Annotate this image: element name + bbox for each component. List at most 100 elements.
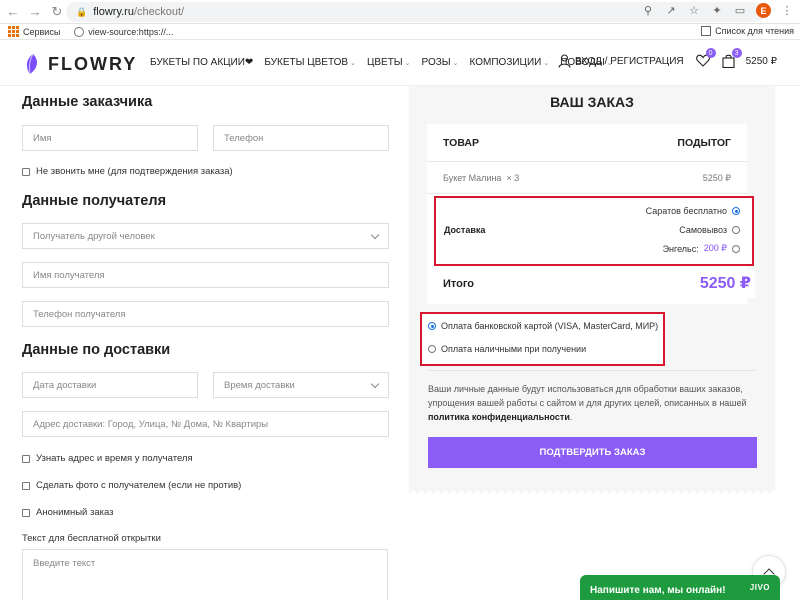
logo-text: FLOWRY (48, 53, 138, 74)
key-icon[interactable]: ⚲ (641, 4, 655, 18)
shipping-radio-saratov[interactable] (732, 207, 740, 215)
privacy-text: Ваши личные данные будут использоваться … (428, 384, 747, 408)
url-path: /checkout/ (133, 6, 185, 18)
delivery-address-input[interactable] (22, 411, 389, 437)
back-icon[interactable]: ← (4, 3, 22, 21)
extensions-icon[interactable]: ✦ (710, 4, 724, 18)
browser-toolbar: ← → ↻ 🔒 flowry.ru /checkout/ ⚲ ↗ ☆ ✦ ▭ E… (0, 0, 800, 24)
site-header: FLOWRY БУКЕТЫ ПО АКЦИИ❤ БУКЕТЫ ЦВЕТОВ ⌄ Ц… (0, 40, 800, 86)
payment-option-card[interactable]: Оплата банковской картой (VISA, MasterCa… (428, 321, 658, 331)
cart-count-badge: 3 (731, 48, 742, 58)
nav-item-compositions[interactable]: КОМПОЗИЦИИ ⌄ (470, 57, 550, 68)
shipping-option-pickup[interactable]: Самовывоз (679, 225, 740, 235)
reading-list[interactable]: Список для чтения (701, 26, 794, 36)
privacy-policy-link[interactable]: политика конфиденциальности (428, 412, 570, 422)
login-label: ВХОД / РЕГИСТРАЦИЯ (574, 55, 684, 67)
forward-icon[interactable]: → (26, 3, 44, 21)
shipping-radio-pickup[interactable] (732, 226, 740, 234)
delivery-time-select[interactable]: Время доставки (213, 372, 389, 398)
recipient-section-title: Данные получателя (22, 193, 167, 209)
star-icon[interactable]: ☆ (687, 4, 701, 18)
total-value: 5250 ₽ (699, 275, 751, 292)
shipping-radio-engels[interactable] (732, 244, 740, 253)
col-product: ТОВАР (443, 137, 479, 149)
ask-recipient-checkbox[interactable] (22, 454, 30, 463)
cart-total[interactable]: 5250 ₽ (746, 56, 777, 67)
customer-name-input[interactable] (22, 125, 198, 151)
delivery-date-input[interactable] (22, 372, 198, 398)
profile-avatar[interactable]: E (756, 3, 771, 18)
delivery-time-value: Время доставки (224, 379, 295, 391)
login-link[interactable]: ВХОД / РЕГИСТРАЦИЯ (558, 54, 684, 68)
no-call-label: Не звонить мне (для подтверждения заказа… (36, 166, 233, 177)
favorites-button[interactable]: 0 (695, 48, 716, 68)
reading-list-label: Список для чтения (715, 26, 794, 36)
anonymous-checkbox[interactable] (22, 508, 30, 517)
col-subtotal: ПОДЫТОГ (677, 137, 731, 149)
nav-item-roses[interactable]: РОЗЫ ⌄ (422, 57, 459, 68)
nav-item-flowers[interactable]: ЦВЕТЫ ⌄ (367, 57, 411, 68)
nav-label: РОЗЫ (421, 57, 451, 68)
logo[interactable]: FLOWRY (24, 53, 137, 75)
payment-radio-card[interactable] (428, 322, 436, 330)
divider (427, 193, 747, 194)
divider (427, 161, 747, 162)
reading-list-icon (701, 26, 712, 36)
confirm-order-button[interactable]: ПОДТВЕРДИТЬ ЗАКАЗ (428, 437, 757, 468)
lock-icon: 🔒 (76, 6, 88, 17)
shipping-option-saratov[interactable]: Саратов бесплатно (646, 206, 740, 216)
item-price: 5250 ₽ (702, 173, 731, 183)
nav-item-sale[interactable]: БУКЕТЫ ПО АКЦИИ❤ (150, 57, 253, 68)
shipping-label: Доставка (444, 225, 486, 235)
delivery-section-title: Данные по доставки (22, 342, 171, 358)
anonymous-label: Анонимный заказ (36, 507, 114, 518)
reload-icon[interactable]: ↻ (48, 3, 66, 21)
header-actions: ВХОД / РЕГИСТРАЦИЯ 0 3 5250 ₽ (558, 48, 777, 69)
payment-option-label: Оплата банковской картой (VISA, MasterCa… (441, 321, 659, 331)
ask-recipient-option[interactable]: Узнать адрес и время у получателя (22, 453, 193, 464)
recipient-phone-input[interactable] (22, 301, 389, 327)
bookmark-apps[interactable]: Сервисы (8, 26, 60, 37)
item-name: Букет Малина (443, 173, 502, 183)
payment-option-label: Оплата наличными при получении (441, 344, 587, 354)
chevron-down-icon: ⌄ (404, 59, 411, 67)
nav-label: ЦВЕТЫ (366, 57, 403, 68)
order-title: ВАШ ЗАКАЗ (550, 94, 634, 110)
recipient-type-select[interactable]: Получатель другой человек (22, 223, 389, 249)
user-icon (558, 54, 571, 68)
payment-option-cash[interactable]: Оплата наличными при получении (428, 344, 586, 354)
chevron-down-icon: ⌄ (350, 59, 356, 67)
favorites-count-badge: 0 (705, 48, 716, 58)
shipping-option-price: 200 ₽ (703, 243, 727, 253)
item-name-qty: Букет Малина × 3 (443, 173, 519, 184)
customer-phone-input[interactable] (213, 125, 389, 151)
chat-widget[interactable]: Напишите нам, мы онлайн! JIVO (580, 575, 780, 600)
nav-label: БУКЕТЫ ПО АКЦИИ❤ (150, 57, 254, 68)
customer-section-title: Данные заказчика (22, 94, 153, 110)
menu-icon[interactable]: ⋮ (780, 4, 794, 18)
bookmark-label: view-source:https://... (88, 26, 174, 37)
recipient-name-input[interactable] (22, 262, 389, 288)
cart-button[interactable]: 3 (722, 48, 742, 69)
total-label: Итого (443, 278, 475, 290)
shipping-option-label: Самовывоз (679, 225, 727, 235)
no-call-checkbox[interactable] (22, 167, 30, 176)
photo-option[interactable]: Сделать фото с получателем (если не прот… (22, 480, 241, 491)
chevron-down-icon: ⌄ (452, 59, 459, 67)
nav-item-bouquets[interactable]: БУКЕТЫ ЦВЕТОВ ⌄ (264, 57, 356, 68)
logo-leaf-icon (26, 53, 37, 75)
anonymous-option[interactable]: Анонимный заказ (22, 507, 114, 518)
chat-brand: JIVO (749, 583, 770, 592)
recipient-type-value: Получатель другой человек (33, 230, 155, 242)
shipping-option-engels[interactable]: Энгельс: 200 ₽ (663, 243, 740, 254)
bookmark-view-source[interactable]: view-source:https://... (74, 26, 174, 37)
photo-checkbox[interactable] (22, 481, 30, 490)
payment-radio-cash[interactable] (428, 345, 436, 353)
shipping-option-label: Энгельс: (662, 243, 699, 254)
card-text-textarea[interactable]: Введите текст (22, 549, 388, 600)
share-icon[interactable]: ↗ (664, 4, 678, 18)
sidebar-icon[interactable]: ▭ (733, 4, 747, 18)
no-call-option[interactable]: Не звонить мне (для подтверждения заказа… (22, 166, 233, 177)
privacy-end: . (569, 412, 573, 422)
nav-label: КОМПОЗИЦИИ (469, 57, 542, 68)
